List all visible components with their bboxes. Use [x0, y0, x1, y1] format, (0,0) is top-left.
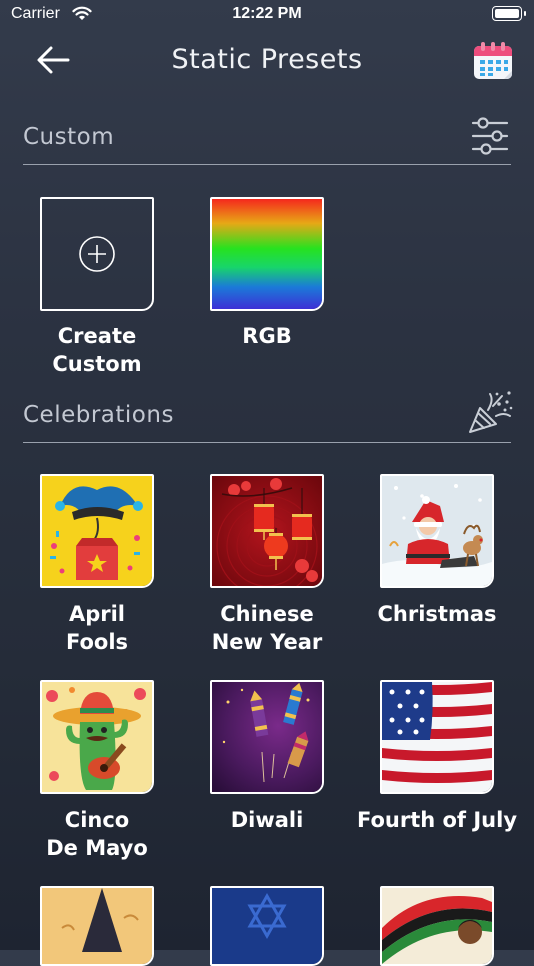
status-time: 12:22 PM — [232, 5, 302, 22]
fourth-of-july-tile[interactable] — [380, 680, 494, 794]
jester-hat-image — [42, 476, 152, 586]
create-custom-label: Create Custom — [52, 324, 142, 376]
april-fools-label: April Fools — [65, 602, 129, 654]
battery-icon — [492, 6, 526, 21]
party-popper-icon — [469, 391, 513, 433]
chinese-new-year-label: Chinese New Year — [211, 602, 323, 654]
calendar-icon[interactable] — [471, 40, 515, 82]
juneteenth-image — [382, 888, 492, 964]
diwali-label: Diwali — [230, 808, 304, 832]
diwali-tile[interactable] — [210, 680, 324, 794]
status-bar: Carrier 12:22 PM — [0, 0, 534, 32]
divider — [23, 164, 511, 165]
american-flag-image — [382, 682, 492, 792]
christmas-tile[interactable] — [380, 474, 494, 588]
april-fools-tile[interactable] — [40, 474, 154, 588]
chinese-new-year-tile[interactable] — [210, 474, 324, 588]
sliders-icon[interactable] — [470, 117, 510, 155]
santa-image — [382, 476, 492, 586]
rgb-label: RGB — [242, 324, 292, 348]
rgb-tile[interactable] — [210, 197, 324, 311]
hanukkah-tile[interactable] — [210, 886, 324, 966]
section-title-custom: Custom — [23, 124, 115, 150]
star-of-david-image — [212, 888, 322, 964]
divider — [23, 442, 511, 443]
plus-circle-icon — [79, 236, 115, 272]
fireworks-image — [212, 682, 322, 792]
cinco-de-mayo-tile[interactable] — [40, 680, 154, 794]
witch-hat-image — [42, 888, 152, 964]
page-title: Static Presets — [171, 44, 363, 75]
juneteenth-tile[interactable] — [380, 886, 494, 966]
cactus-sombrero-image — [42, 682, 152, 792]
christmas-label: Christmas — [377, 602, 497, 626]
rgb-gradient-image — [212, 199, 322, 309]
halloween-tile[interactable] — [40, 886, 154, 966]
create-custom-tile[interactable] — [40, 197, 154, 311]
fourth-of-july-label: Fourth of July — [356, 808, 518, 832]
lanterns-image — [212, 476, 322, 586]
cinco-de-mayo-label: Cinco De Mayo — [46, 808, 148, 860]
section-title-celebrations: Celebrations — [23, 402, 174, 428]
